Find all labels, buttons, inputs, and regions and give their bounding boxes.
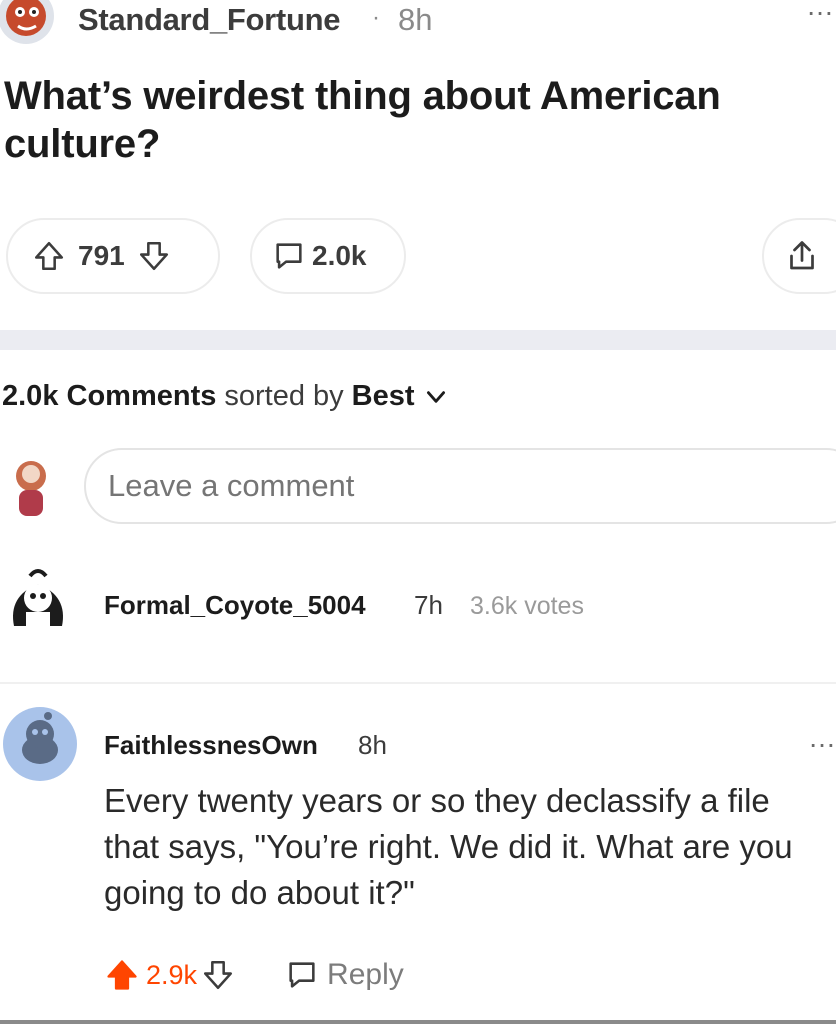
comment-actions: 2.9k Reply bbox=[104, 950, 404, 1000]
author-avatar[interactable] bbox=[0, 0, 62, 50]
current-user-avatar[interactable] bbox=[6, 456, 56, 520]
comment-votes: 3.6k votes bbox=[470, 592, 584, 620]
comment-count: 2.0k bbox=[312, 240, 367, 271]
downvote-icon[interactable] bbox=[137, 239, 171, 273]
time-separator: · bbox=[372, 4, 380, 31]
chevron-down-icon[interactable] bbox=[423, 384, 449, 410]
sort-value[interactable]: Best bbox=[352, 380, 415, 413]
comments-sort-header[interactable]: 2.0k Comments sorted by Best bbox=[2, 380, 449, 413]
comment-body: Every twenty years or so they declassify… bbox=[104, 782, 793, 911]
upvote-icon[interactable] bbox=[32, 239, 66, 273]
comment-input[interactable] bbox=[84, 448, 836, 524]
reply-button[interactable]: Reply bbox=[285, 958, 404, 992]
share-icon bbox=[784, 238, 820, 274]
bottom-edge-bar bbox=[0, 1020, 836, 1024]
post-time: 8h bbox=[398, 2, 433, 37]
post-title[interactable]: What’s weirdest thing about American cul… bbox=[4, 72, 824, 168]
comment-time: 7h bbox=[414, 590, 443, 620]
commenter-avatar[interactable] bbox=[4, 566, 72, 638]
sorted-by-label: sorted by bbox=[224, 380, 344, 412]
vote-bar: 791 bbox=[6, 218, 220, 294]
reply-label: Reply bbox=[327, 958, 404, 991]
share-button[interactable] bbox=[762, 218, 836, 294]
post-author[interactable]: Standard_Fortune bbox=[78, 2, 340, 38]
comment-username[interactable]: FaithlessnesOwn bbox=[104, 730, 318, 761]
upvote-active-icon[interactable] bbox=[104, 957, 140, 993]
comment-divider bbox=[0, 682, 836, 684]
comment-score: 2.9k bbox=[146, 959, 198, 990]
post-more-icon[interactable]: … bbox=[806, 0, 835, 22]
comments-button[interactable]: 2.0k bbox=[250, 218, 406, 294]
commenter-avatar[interactable] bbox=[2, 706, 78, 782]
downvote-icon[interactable] bbox=[201, 958, 235, 992]
reply-bubble-icon bbox=[285, 958, 319, 992]
post-score: 791 bbox=[78, 240, 125, 271]
comment-time: 8h bbox=[358, 730, 387, 760]
comment-username[interactable]: Formal_Coyote_5004 bbox=[104, 590, 366, 621]
comment-more-icon[interactable]: … bbox=[808, 722, 836, 754]
comment-bubble-icon bbox=[272, 239, 306, 273]
section-divider bbox=[0, 330, 836, 350]
comments-count-label: 2.0k Comments bbox=[2, 380, 217, 412]
